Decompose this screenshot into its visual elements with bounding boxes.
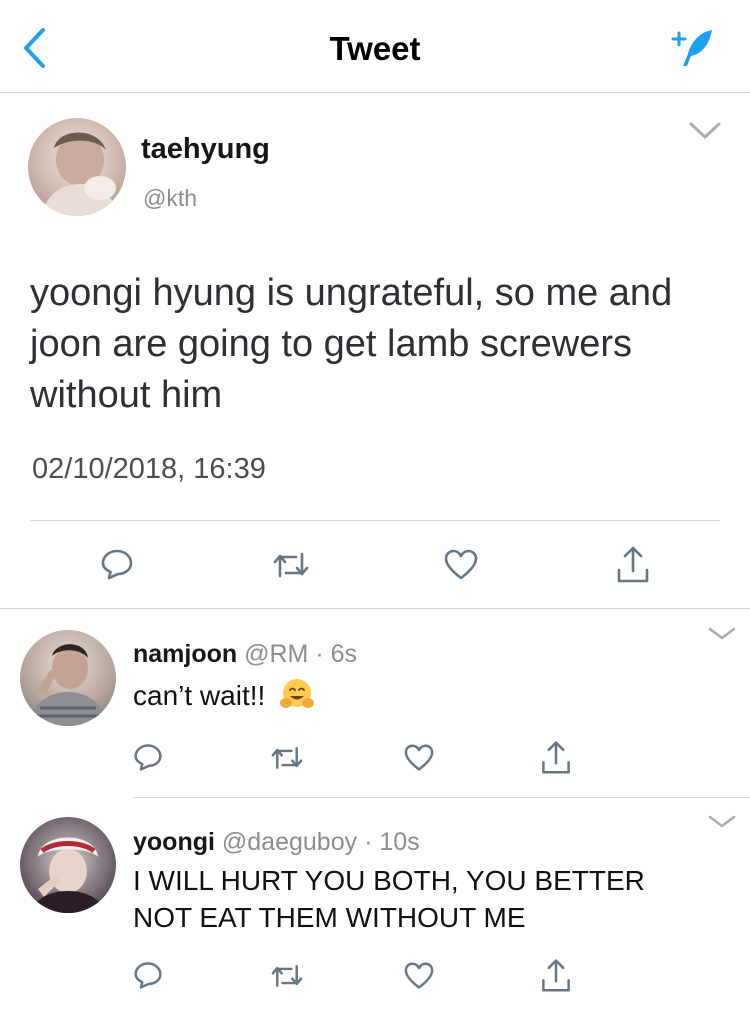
profile-photo [28, 644, 108, 726]
like-heart-icon[interactable] [404, 744, 434, 772]
share-icon[interactable] [540, 739, 572, 775]
reply-text: can’t wait!! [133, 680, 266, 711]
retweet-icon[interactable] [269, 743, 305, 773]
retweet-icon[interactable] [269, 961, 305, 991]
profile-photo [30, 837, 106, 913]
like-heart-icon[interactable] [444, 549, 478, 581]
reply-author-handle[interactable]: @daeguboy [222, 828, 357, 856]
avatar[interactable] [28, 118, 126, 216]
reply-icon[interactable] [133, 742, 163, 772]
avatar[interactable] [20, 630, 116, 726]
reply-header: namjoon @RM · 6s [133, 640, 357, 669]
compose-feather-icon [671, 30, 712, 66]
reply-text: I WILL HURT YOU BOTH, YOU BETTER NOT EAT… [133, 865, 645, 933]
reply-author-handle[interactable]: @RM [244, 640, 308, 668]
avatar[interactable] [20, 817, 116, 913]
tweet-timestamp[interactable]: 02/10/2018, 16:39 [32, 453, 266, 486]
page-title: Tweet [329, 30, 421, 67]
divider [133, 797, 750, 798]
compose-tweet-button[interactable] [664, 24, 720, 72]
divider [30, 520, 720, 521]
like-heart-icon[interactable] [404, 962, 434, 990]
reply-author-name[interactable]: yoongi [133, 828, 215, 856]
reply-menu-chevron-icon[interactable] [707, 626, 737, 642]
section-divider [0, 608, 750, 609]
separator-dot: · [315, 640, 324, 668]
separator-dot: · [364, 828, 373, 856]
reply-text-container: can’t wait!! [133, 677, 315, 714]
reply-icon[interactable] [133, 960, 163, 990]
reply-time[interactable]: 6s [331, 640, 357, 668]
profile-photo [42, 132, 118, 216]
reply-menu-chevron-icon[interactable] [707, 814, 737, 830]
author-handle[interactable]: @kth [143, 185, 197, 212]
author-name[interactable]: taehyung [141, 133, 270, 166]
top-bar: Tweet [0, 0, 750, 93]
tweet-text: yoongi hyung is ungrateful, so me and jo… [30, 272, 673, 416]
retweet-icon[interactable] [271, 548, 311, 582]
share-icon[interactable] [540, 957, 572, 993]
hugging-face-emoji-icon [280, 679, 315, 708]
share-icon[interactable] [616, 544, 650, 584]
reply-author-name[interactable]: namjoon [133, 640, 237, 668]
reply-time[interactable]: 10s [379, 828, 419, 856]
reply-header: yoongi @daeguboy · 10s [133, 828, 420, 857]
tweet-menu-chevron-icon[interactable] [688, 120, 722, 142]
reply-icon[interactable] [100, 547, 134, 581]
